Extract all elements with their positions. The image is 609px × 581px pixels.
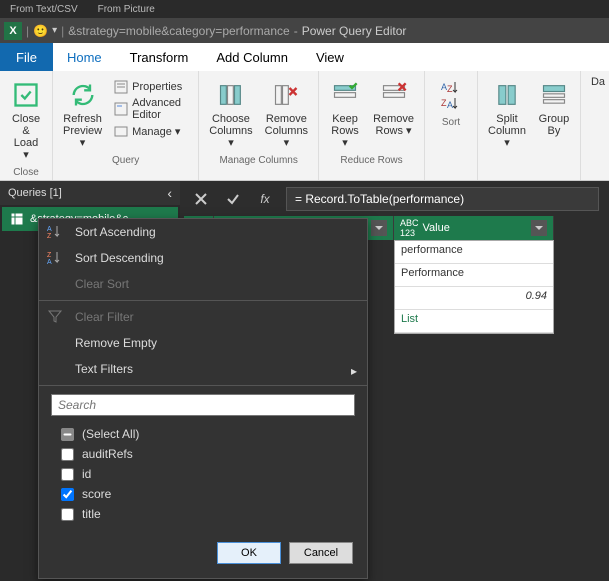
check-id[interactable]: id (61, 464, 345, 484)
filter-checklist: (Select All) auditRefs id score title (61, 424, 345, 524)
tab-view[interactable]: View (302, 43, 358, 71)
document-path: &strategy=mobile&category=performance (68, 24, 289, 38)
formula-input[interactable] (286, 187, 599, 211)
sort-descending[interactable]: ZA Sort Descending (39, 245, 367, 271)
cell[interactable]: Performance (395, 264, 553, 287)
svg-text:A: A (47, 259, 52, 265)
split-column-button[interactable]: Split Column ▾ (486, 75, 528, 153)
cell-list-link[interactable]: List (395, 310, 553, 333)
remove-columns-button[interactable]: Remove Columns ▾ (263, 75, 310, 153)
sort-desc-icon: ZA (47, 249, 65, 267)
collapse-icon[interactable]: ‹ (167, 185, 172, 201)
remove-columns-icon (270, 79, 302, 111)
group-reduce-rows: Reduce Rows (340, 153, 402, 166)
close-load-button[interactable]: Close & Load ▾ (8, 75, 44, 165)
value-column-cells: performance Performance 0.94 List (394, 240, 554, 334)
properties-button[interactable]: Properties (112, 79, 190, 95)
clear-filter-icon (47, 308, 65, 326)
clear-filter: Clear Filter (39, 304, 367, 330)
fx-icon[interactable]: fx (254, 188, 276, 210)
refresh-preview-button[interactable]: Refresh Preview ▾ (61, 75, 104, 153)
tab-file[interactable]: File (0, 43, 53, 71)
remnant-text: From Text/CSV (10, 4, 78, 15)
sort-asc-icon: AZ (47, 223, 65, 241)
check-select-all[interactable]: (Select All) (61, 424, 345, 444)
excel-icon: X (4, 22, 22, 40)
sort-ascending[interactable]: AZ Sort Ascending (39, 219, 367, 245)
filter-search-input[interactable] (51, 394, 355, 416)
editor-icon (114, 102, 128, 116)
svg-text:A: A (447, 100, 453, 110)
group-by-icon (538, 79, 570, 111)
submenu-arrow-icon: ▸ (351, 364, 357, 378)
remove-empty[interactable]: Remove Empty (39, 330, 367, 356)
cancel-button[interactable]: Cancel (289, 542, 353, 564)
svg-text:Z: Z (47, 233, 52, 239)
remnant-text-2: From Picture (98, 4, 155, 15)
cell[interactable]: performance (395, 241, 553, 264)
group-query: Query (112, 153, 139, 166)
titlebar: X | 🙂 ▾ | &strategy=mobile&category=perf… (0, 18, 609, 43)
check-title[interactable]: title (61, 504, 345, 524)
filter-context-menu: AZ Sort Ascending ZA Sort Descending Cle… (38, 218, 368, 579)
tab-add-column[interactable]: Add Column (202, 43, 302, 71)
group-by-button[interactable]: Group By (536, 75, 572, 153)
choose-columns-button[interactable]: Choose Columns ▾ (207, 75, 254, 153)
ribbon: Close & Load ▾ Close Refresh Preview ▾ P… (0, 71, 609, 181)
clear-sort: Clear Sort (39, 271, 367, 297)
sort-az-icon: AZZA (435, 79, 467, 111)
ok-button[interactable]: OK (217, 542, 281, 564)
properties-icon (114, 80, 128, 94)
refresh-icon (67, 79, 99, 111)
group-sort: Sort (442, 115, 460, 128)
svg-text:Z: Z (447, 84, 453, 94)
keep-rows-icon (329, 79, 361, 111)
split-column-icon (491, 79, 523, 111)
keep-rows-button[interactable]: Keep Rows ▾ (327, 75, 363, 153)
queries-header: Queries [1] (8, 187, 62, 199)
group-close: Close (13, 165, 39, 178)
check-score[interactable]: score (61, 484, 345, 504)
app-name: Power Query Editor (302, 24, 407, 38)
manage-button[interactable]: Manage ▾ (112, 123, 190, 139)
value-filter-dropdown-icon[interactable] (531, 220, 547, 236)
advanced-editor-button[interactable]: Advanced Editor (112, 96, 190, 122)
datatype-trunc[interactable]: Da (589, 75, 607, 89)
formula-bar: fx (180, 181, 609, 216)
check-auditrefs[interactable]: auditRefs (61, 444, 345, 464)
choose-columns-icon (215, 79, 247, 111)
manage-icon (114, 124, 128, 138)
table-icon (10, 212, 24, 226)
cell[interactable]: 0.94 (395, 287, 553, 310)
accept-formula-icon[interactable] (222, 188, 244, 210)
name-filter-dropdown-icon[interactable] (371, 220, 387, 236)
ribbon-tabs: File Home Transform Add Column View (0, 43, 609, 71)
smiley-icon: 🙂 (33, 24, 48, 38)
text-filters[interactable]: Text Filters ▸ (39, 356, 367, 382)
remove-rows-icon (378, 79, 410, 111)
tab-transform[interactable]: Transform (116, 43, 203, 71)
column-header-value[interactable]: ABC123 Value (394, 216, 554, 240)
close-load-icon (10, 79, 42, 111)
remove-rows-button[interactable]: Remove Rows ▾ (371, 75, 416, 153)
group-manage-columns: Manage Columns (219, 153, 297, 166)
sort-buttons[interactable]: AZZA (433, 75, 469, 115)
svg-text:A: A (47, 226, 52, 233)
tab-home[interactable]: Home (53, 43, 116, 71)
cancel-formula-icon[interactable] (190, 188, 212, 210)
svg-text:Z: Z (47, 252, 52, 259)
